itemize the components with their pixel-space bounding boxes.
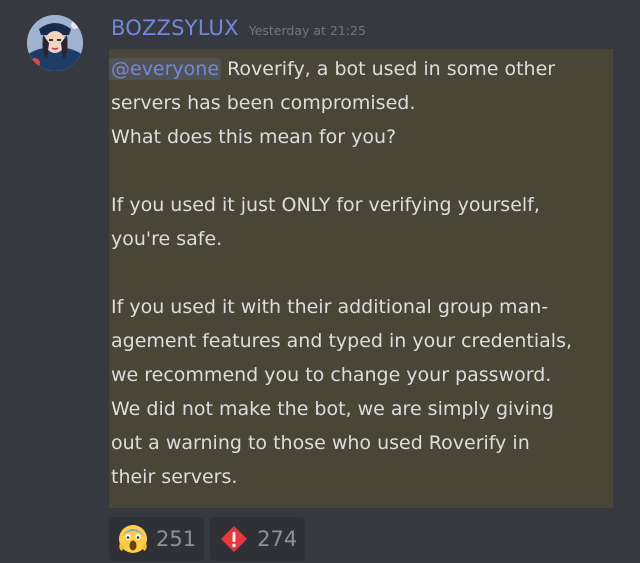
message-line: we recommend you to change your password… bbox=[111, 364, 552, 386]
timestamp[interactable]: Yesterday at 21:25 bbox=[249, 13, 366, 49]
message-line: you're safe. bbox=[111, 228, 223, 250]
everyone-mention[interactable]: @everyone bbox=[109, 58, 222, 80]
message-content: @everyone Roverify, a bot used in some o… bbox=[109, 52, 611, 494]
avatar-image bbox=[27, 15, 83, 71]
message-line: their servers. bbox=[111, 466, 238, 488]
message-line: If you used it with their additional gro… bbox=[111, 296, 549, 318]
reactions-bar: 251 274 bbox=[109, 517, 306, 561]
message-header: BOZZSYLUX Yesterday at 21:25 bbox=[111, 10, 366, 46]
message-line: We did not make the bot, we are simply g… bbox=[111, 398, 554, 420]
scream-emoji-icon bbox=[119, 525, 147, 553]
message-line: out a warning to those who used Roverify… bbox=[111, 432, 530, 454]
message-line-text: Roverify, a bot used in some other bbox=[221, 58, 556, 80]
message-line: @everyone Roverify, a bot used in some o… bbox=[109, 52, 611, 86]
username[interactable]: BOZZSYLUX bbox=[111, 10, 239, 46]
chat-message: BOZZSYLUX Yesterday at 21:25 @everyone R… bbox=[0, 0, 640, 563]
reaction-count: 251 bbox=[156, 527, 197, 551]
avatar[interactable] bbox=[27, 15, 83, 71]
reaction-scream[interactable]: 251 bbox=[109, 517, 205, 561]
message-line: What does this mean for you? bbox=[111, 126, 397, 148]
message-line: agement features and typed in your crede… bbox=[111, 330, 573, 352]
reaction-exclamation[interactable]: 274 bbox=[210, 517, 306, 561]
exclamation-diamond-icon bbox=[221, 526, 248, 552]
message-line: If you used it just ONLY for verifying y… bbox=[111, 194, 540, 216]
message-line: servers has been compromised. bbox=[111, 92, 416, 114]
reaction-count: 274 bbox=[257, 527, 298, 551]
